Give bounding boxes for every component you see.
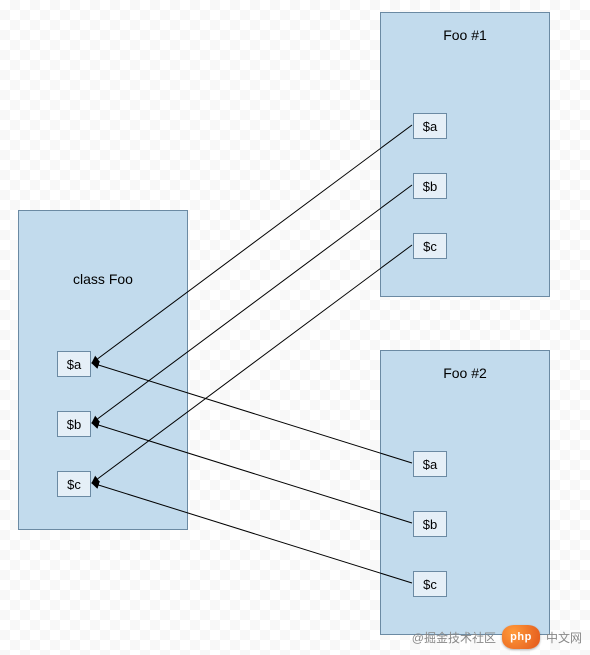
class-foo-var-c: $c: [57, 471, 91, 497]
foo-instance-1-box: Foo #1 $a $b $c: [380, 12, 550, 297]
foo-instance-1-title: Foo #1: [381, 13, 549, 43]
watermark: @掘金技术社区 php 中文网: [412, 625, 582, 649]
foo1-var-a: $a: [413, 113, 447, 139]
class-foo-box: class Foo $a $b $c: [18, 210, 188, 530]
class-foo-var-a: $a: [57, 351, 91, 377]
foo-instance-2-title: Foo #2: [381, 351, 549, 381]
foo2-var-a: $a: [413, 451, 447, 477]
class-foo-var-b: $b: [57, 411, 91, 437]
foo2-var-b: $b: [413, 511, 447, 537]
foo-instance-2-box: Foo #2 $a $b $c: [380, 350, 550, 635]
foo1-var-c: $c: [413, 233, 447, 259]
foo2-var-c: $c: [413, 571, 447, 597]
watermark-community: @掘金技术社区: [412, 629, 496, 646]
foo1-var-b: $b: [413, 173, 447, 199]
php-badge-icon: php: [502, 625, 540, 649]
class-foo-title: class Foo: [19, 211, 187, 287]
watermark-site: 中文网: [546, 629, 582, 646]
